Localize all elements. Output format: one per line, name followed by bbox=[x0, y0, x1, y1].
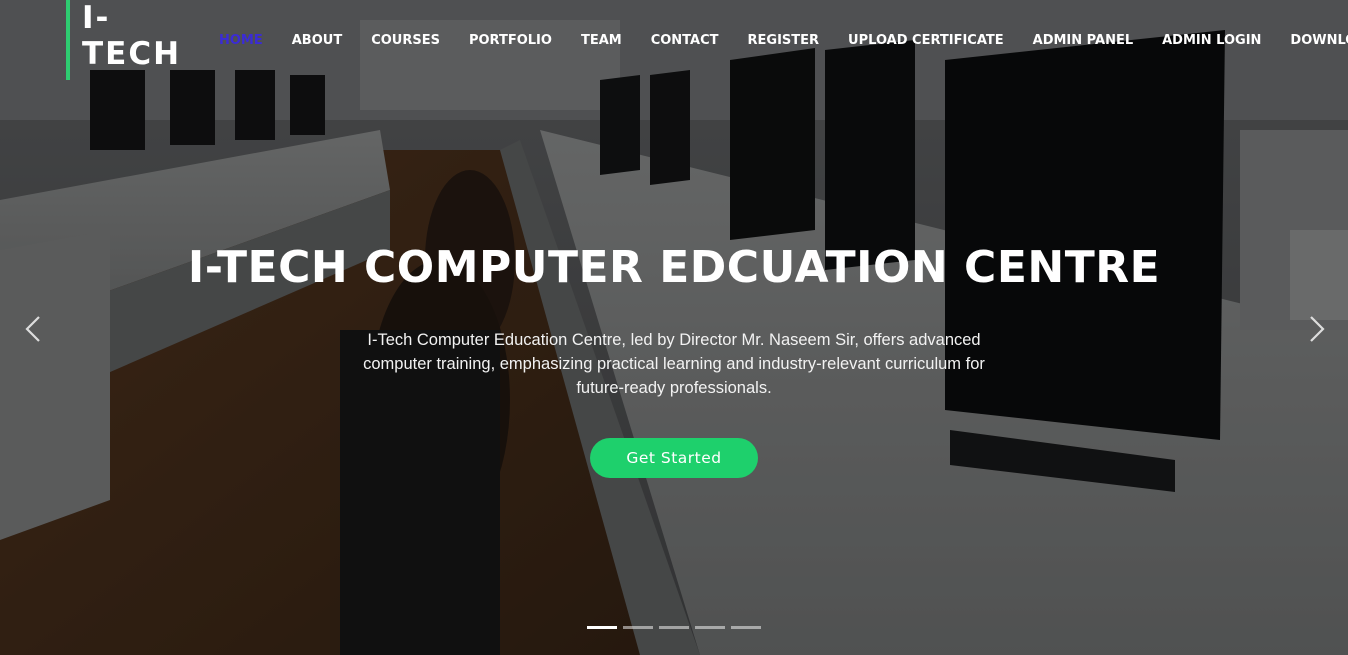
nav-item-admin-panel[interactable]: ADMIN PANEL bbox=[1033, 32, 1133, 50]
carousel-indicators bbox=[587, 626, 761, 629]
nav-item-admin-login[interactable]: ADMIN LOGIN bbox=[1162, 32, 1261, 50]
carousel-indicator[interactable] bbox=[623, 626, 653, 629]
carousel-indicator[interactable] bbox=[695, 626, 725, 629]
hero-description: I-Tech Computer Education Centre, led by… bbox=[363, 331, 985, 397]
nav-item-home[interactable]: HOME bbox=[219, 32, 263, 50]
carousel-indicator[interactable] bbox=[587, 626, 617, 629]
chevron-right-icon[interactable] bbox=[1300, 314, 1330, 344]
hero-title: I-TECH COMPUTER EDCUATION CENTRE bbox=[187, 242, 1161, 293]
nav-item-courses[interactable]: COURSES bbox=[371, 32, 440, 50]
nav-item-about[interactable]: ABOUT bbox=[292, 32, 342, 50]
hero-carousel: I-TECH HOME ABOUT COURSES PORTFOLIO TEAM… bbox=[0, 0, 1348, 655]
nav-item-team[interactable]: TEAM bbox=[581, 32, 622, 50]
site-logo[interactable]: I-TECH bbox=[66, 0, 192, 80]
main-nav: HOME ABOUT COURSES PORTFOLIO TEAM CONTAC… bbox=[219, 32, 1348, 50]
nav-item-contact[interactable]: CONTACT bbox=[651, 32, 719, 50]
carousel-indicator[interactable] bbox=[731, 626, 761, 629]
chevron-left-icon[interactable] bbox=[20, 314, 50, 344]
nav-item-register[interactable]: REGISTER bbox=[748, 32, 820, 50]
nav-item-upload-certificate[interactable]: UPLOAD CERTIFICATE bbox=[848, 32, 1004, 50]
carousel-indicator[interactable] bbox=[659, 626, 689, 629]
get-started-button[interactable]: Get Started bbox=[590, 438, 758, 478]
nav-item-download[interactable]: DOWNLOA bbox=[1290, 32, 1348, 50]
nav-item-portfolio[interactable]: PORTFOLIO bbox=[469, 32, 552, 50]
